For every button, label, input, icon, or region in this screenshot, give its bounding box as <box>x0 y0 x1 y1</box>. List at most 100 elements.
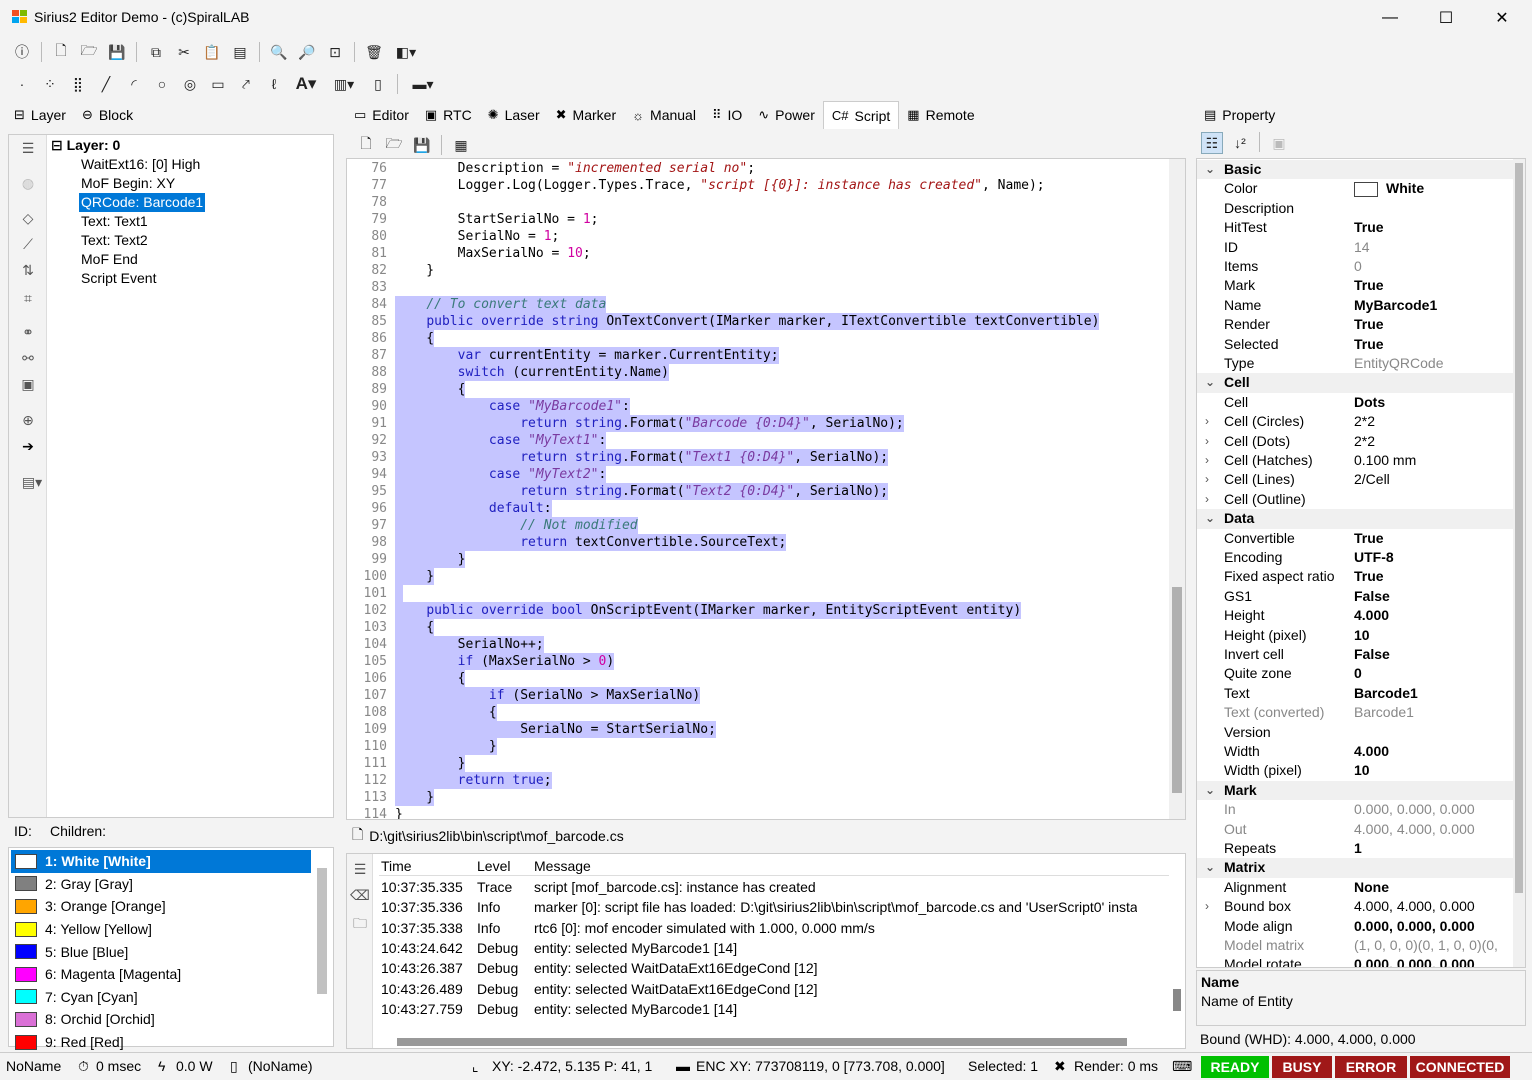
property-value[interactable]: False <box>1354 587 1390 606</box>
expand-icon[interactable]: › <box>1205 897 1209 916</box>
pen-item[interactable]: 8: Orchid [Orchid] <box>11 1008 311 1031</box>
property-value[interactable]: True <box>1354 567 1384 586</box>
rectangle-icon[interactable]: ▭ <box>207 73 229 95</box>
tab-rtc[interactable]: ▣ RTC <box>417 101 480 129</box>
property-category[interactable]: ⌄ Data <box>1197 509 1513 529</box>
barcode-dropdown-icon[interactable]: ▥▾ <box>327 73 361 95</box>
layers-icon[interactable]: ☰ <box>17 137 39 159</box>
property-value[interactable]: 10 <box>1354 626 1370 645</box>
code-line[interactable]: if (MaxSerialNo > 0) <box>395 653 615 670</box>
property-value[interactable]: 14 <box>1354 238 1370 257</box>
code-line[interactable]: Description = "incremented serial no"; <box>395 160 755 177</box>
align-dropdown-icon[interactable]: ◧▾ <box>391 41 421 63</box>
cut-icon[interactable]: ✂ <box>173 41 195 63</box>
property-row[interactable]: › Cell (Lines) 2/Cell <box>1197 470 1513 489</box>
pen-item[interactable]: 5: Blue [Blue] <box>11 940 311 963</box>
tab-script[interactable]: C# Script <box>822 101 900 129</box>
property-value[interactable]: 0.000, 0.000, 0.000 <box>1354 917 1475 936</box>
code-line[interactable]: } <box>395 755 466 772</box>
circle-icon[interactable]: ○ <box>151 73 173 95</box>
property-category[interactable]: ⌄ Basic <box>1197 160 1513 180</box>
tab-editor[interactable]: ▭ Editor <box>346 101 417 129</box>
zoom-in-icon[interactable]: 🔎 <box>296 41 318 63</box>
ungroup-icon[interactable]: ⚯ <box>17 347 39 369</box>
property-row[interactable]: Type EntityQRCode <box>1197 354 1513 373</box>
code-line[interactable]: case "MyText2": <box>395 466 607 483</box>
log-vscroll-thumb[interactable] <box>1173 989 1181 1011</box>
property-row[interactable]: Text Barcode1 <box>1197 684 1513 703</box>
tab-io[interactable]: ⠿ IO <box>704 101 750 129</box>
property-row[interactable]: Quite zone 0 <box>1197 664 1513 683</box>
tree-node[interactable]: Text: Text1 <box>57 212 205 231</box>
code-line[interactable]: } <box>395 806 403 819</box>
collapse-icon[interactable]: ⌄ <box>1205 373 1215 392</box>
property-row[interactable]: Mark True <box>1197 276 1513 295</box>
property-value[interactable]: 0 <box>1354 257 1362 276</box>
property-row[interactable]: › Cell (Dots) 2*2 <box>1197 432 1513 451</box>
code-line[interactable]: return string.Format("Barcode {0:D4}", S… <box>395 415 904 432</box>
code-line[interactable] <box>395 279 403 296</box>
property-value[interactable]: 4.000, 4.000, 0.000 <box>1354 820 1475 839</box>
property-pages-icon[interactable]: ▣ <box>1268 132 1290 154</box>
trepan-icon[interactable]: ⤤ <box>235 73 257 95</box>
code-line[interactable]: switch (currentEntity.Name) <box>395 364 669 381</box>
property-value[interactable]: False <box>1354 645 1390 664</box>
property-value[interactable]: 4.000, 4.000, 0.000 <box>1354 897 1475 916</box>
tree-node-selected[interactable]: QRCode: Barcode1 <box>79 193 206 212</box>
code-line[interactable]: // To convert text data <box>395 296 607 313</box>
code-editor[interactable]: 76 Description = "incremented serial no"… <box>346 158 1186 820</box>
tree-node[interactable]: MoF Begin: XY <box>57 174 205 193</box>
collapse-icon[interactable]: ⌄ <box>1205 509 1215 528</box>
property-value[interactable]: 4.000 <box>1354 606 1389 625</box>
property-value[interactable]: (1, 0, 0, 0)(0, 1, 0, 0)(0, <box>1354 936 1498 955</box>
code-line[interactable]: // Not modified <box>395 517 638 534</box>
property-value[interactable]: 0.000, 0.000, 0.000 <box>1354 955 1475 967</box>
property-category[interactable]: ⌄ Matrix <box>1197 858 1513 878</box>
tab-manual[interactable]: ☼ Manual <box>624 101 704 129</box>
pen-item[interactable]: 3: Orange [Orange] <box>11 895 311 918</box>
property-value[interactable]: 0.100 mm <box>1354 451 1416 470</box>
zoom-out-icon[interactable]: 🔍 <box>268 41 290 63</box>
code-line[interactable]: public override bool OnScriptEvent(IMark… <box>395 602 1022 619</box>
expand-icon[interactable]: › <box>1205 412 1209 431</box>
expand-icon[interactable]: › <box>1205 451 1209 470</box>
next-icon[interactable]: ➔ <box>17 435 39 457</box>
property-row[interactable]: Width (pixel) 10 <box>1197 761 1513 780</box>
collapse-icon[interactable]: ⌄ <box>1205 858 1215 877</box>
tree-node[interactable]: WaitExt16: [0] High <box>57 155 205 174</box>
code-line[interactable]: default: <box>395 500 552 517</box>
spiral-icon[interactable]: ◎ <box>179 73 201 95</box>
property-row[interactable]: Height 4.000 <box>1197 606 1513 625</box>
tree-node[interactable]: Script Event <box>57 269 205 288</box>
copy-icon[interactable]: ⧉ <box>145 41 167 63</box>
property-value[interactable]: True <box>1354 276 1384 295</box>
tree-root[interactable]: ⊟ Layer: 0 <box>51 136 120 155</box>
open-script-icon[interactable]: 🗁 <box>383 134 405 156</box>
property-row[interactable]: › Cell (Circles) 2*2 <box>1197 412 1513 431</box>
more-dropdown-icon[interactable]: ▤▾ <box>17 471 47 493</box>
property-value[interactable]: EntityQRCode <box>1354 354 1443 373</box>
compile-icon[interactable]: ▦ <box>450 134 472 156</box>
code-line[interactable]: } <box>395 789 435 806</box>
pen-item[interactable]: 2: Gray [Gray] <box>11 873 311 896</box>
code-line[interactable]: public override string OnTextConvert(IMa… <box>395 313 1100 330</box>
tab-block[interactable]: ⊖ Block <box>74 101 141 129</box>
goto-icon[interactable]: ⊕ <box>17 409 39 431</box>
property-row[interactable]: Alignment None <box>1197 878 1513 897</box>
property-row[interactable]: Model matrix (1, 0, 0, 0)(0, 1, 0, 0)(0, <box>1197 936 1513 955</box>
pen-item[interactable]: 9: Red [Red] <box>11 1031 311 1054</box>
property-row[interactable]: Invert cell False <box>1197 645 1513 664</box>
tab-remote[interactable]: ▦ Remote <box>899 101 982 129</box>
code-line[interactable]: } <box>395 568 435 585</box>
delete-icon[interactable]: 🗑 <box>363 41 385 63</box>
property-value[interactable]: Dots <box>1354 393 1385 412</box>
code-line[interactable]: return textConvertible.SourceText; <box>395 534 787 551</box>
code-line[interactable]: return string.Format("Text2 {0:D4}", Ser… <box>395 483 889 500</box>
paste-array-icon[interactable]: ▤ <box>229 41 251 63</box>
property-value[interactable]: 2/Cell <box>1354 470 1390 489</box>
info-icon[interactable]: ⓘ <box>11 41 33 63</box>
fill-icon[interactable]: ◇ <box>17 207 39 229</box>
code-line[interactable]: case "MyText1": <box>395 432 607 449</box>
property-value[interactable]: 2*2 <box>1354 412 1375 431</box>
tab-property[interactable]: ▤ Property <box>1196 101 1283 129</box>
